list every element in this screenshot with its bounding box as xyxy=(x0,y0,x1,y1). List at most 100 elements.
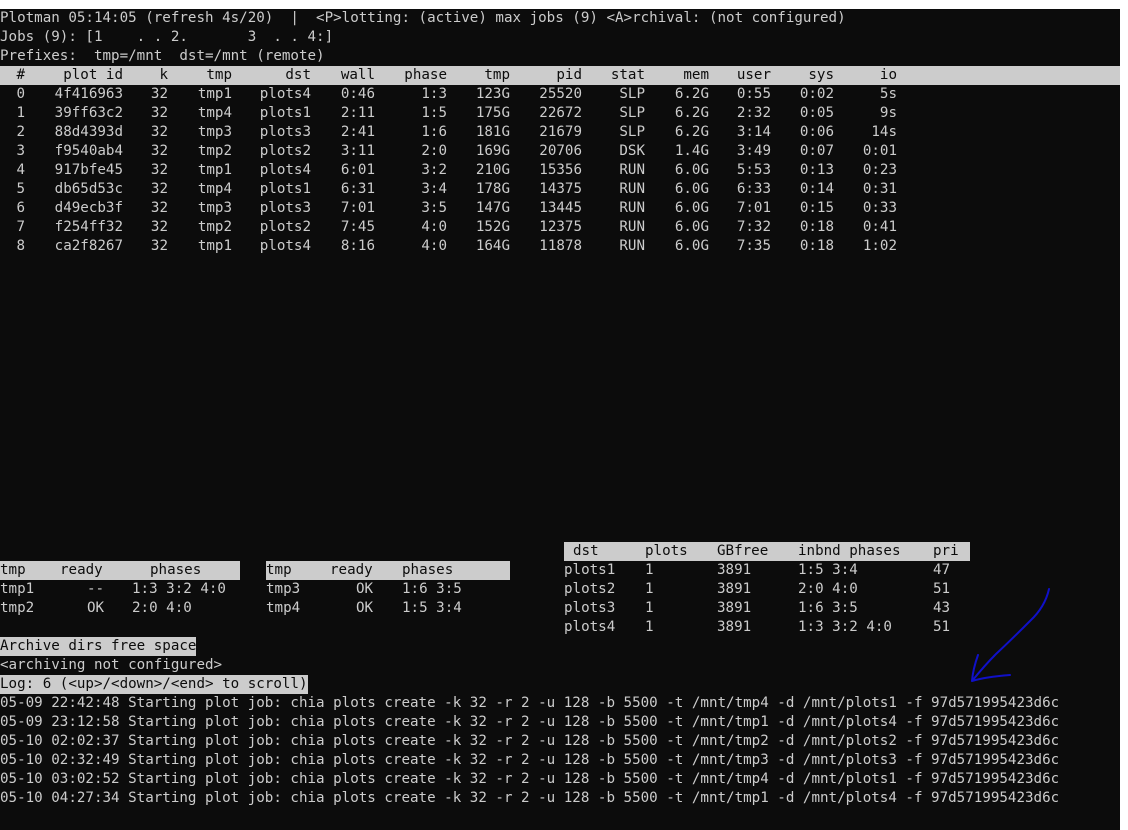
job-cell: plots1 xyxy=(259,105,311,121)
tmp-table-right: tmp ready phases tmp3 OK 1:6 3:5 tmp4 OK… xyxy=(266,561,510,618)
dst-cell: 43 xyxy=(933,600,951,616)
job-cell: 11878 xyxy=(539,238,582,254)
dst-cell: 1:6 3:5 xyxy=(798,600,858,616)
job-row[interactable]: 4 917bfe45 32 tmp1 plots4 6:01 3:2 210G 15356 RUN… xyxy=(0,161,1120,180)
job-cell: 2:11 xyxy=(340,105,375,121)
job-cell: 1 xyxy=(16,105,25,121)
job-row[interactable]: 2 88d4393d 32 tmp3 plots3 2:41 1:6 181G 21679 SLP… xyxy=(0,123,1120,142)
dst-cell: 1 xyxy=(645,562,654,578)
job-cell: db65d53c xyxy=(54,181,123,197)
job-cell: tmp2 xyxy=(197,219,232,235)
job-cell: 3:2 xyxy=(421,162,447,178)
tmp-cell: -- xyxy=(87,581,105,597)
tmp-cell: 1:5 3:4 xyxy=(402,600,462,616)
job-cell: 8 xyxy=(16,238,25,254)
dst-row: plots4 1 3891 1:3 3:2 4:0 51 xyxy=(564,618,970,637)
job-row[interactable]: 1 39ff63c2 32 tmp4 plots1 2:11 1:5 175G 22672 SLP… xyxy=(0,104,1120,123)
job-row[interactable]: 5 db65d53c 32 tmp4 plots1 6:31 3:4 178G 14375 RUN… xyxy=(0,180,1120,199)
job-row[interactable]: 7 f254ff32 32 tmp2 plots2 7:45 4:0 152G 12375 RUN… xyxy=(0,218,1120,237)
job-cell: 25520 xyxy=(539,86,582,102)
job-cell: 32 xyxy=(150,86,168,102)
terminal-window[interactable]: Plotman 05:14:05 (refresh 4s/20) | <P>lo… xyxy=(0,9,1120,830)
jobs-header-cell: dst xyxy=(285,66,311,85)
dst-cell: 3891 xyxy=(717,581,752,597)
job-cell: d49ecb3f xyxy=(54,200,123,216)
dst-cell: 47 xyxy=(933,562,951,578)
log-line: 05-10 02:32:49 Starting plot job: chia p… xyxy=(0,752,1060,768)
log-line: 05-10 03:02:52 Starting plot job: chia p… xyxy=(0,771,1060,787)
tmp-header-ready: ready xyxy=(330,561,373,580)
dst-cell: plots4 xyxy=(564,619,616,635)
job-cell: tmp3 xyxy=(197,124,232,140)
job-cell: 0:02 xyxy=(799,86,834,102)
job-row[interactable]: 6 d49ecb3f 32 tmp3 plots3 7:01 3:5 147G 13445 RUN… xyxy=(0,199,1120,218)
job-cell: 4:0 xyxy=(421,219,447,235)
job-cell: 32 xyxy=(150,143,168,159)
job-cell: f9540ab4 xyxy=(54,143,123,159)
job-cell: 6.0G xyxy=(674,238,709,254)
log-list[interactable]: 05-09 22:42:48 Starting plot job: chia p… xyxy=(0,694,1120,814)
job-cell: 3:14 xyxy=(736,124,771,140)
job-cell: 123G xyxy=(475,86,510,102)
job-cell: f254ff32 xyxy=(54,219,123,235)
dst-row: plots2 1 3891 2:0 4:0 51 xyxy=(564,580,970,599)
log-line: 05-09 23:12:58 Starting plot job: chia p… xyxy=(0,714,1060,730)
tmp-cell: 1:3 3:2 4:0 xyxy=(132,581,226,597)
job-row[interactable]: 8 ca2f8267 32 tmp1 plots4 8:16 4:0 164G 11878 RUN… xyxy=(0,237,1120,256)
job-cell: 6:01 xyxy=(340,162,375,178)
job-cell: ca2f8267 xyxy=(54,238,123,254)
job-cell: 32 xyxy=(150,238,168,254)
jobs-progress-line: Jobs (9): [1 . . 2. 3 . . 4:] xyxy=(0,29,334,45)
job-cell: RUN xyxy=(619,181,645,197)
job-cell: 21679 xyxy=(539,124,582,140)
job-cell: 0:05 xyxy=(799,105,834,121)
dst-cell: 3891 xyxy=(717,600,752,616)
tmp-cell: tmp2 xyxy=(0,600,35,616)
job-row[interactable]: 0 4f416963 32 tmp1 plots4 0:46 1:3 123G 25520 SLP… xyxy=(0,85,1120,104)
jobs-header-cell: tmp xyxy=(206,66,232,85)
job-cell: plots2 xyxy=(259,143,311,159)
job-cell: 178G xyxy=(475,181,510,197)
jobs-header-row: # plot id k tmp dst wall phase tmp pid stat mem use… xyxy=(0,66,1120,85)
job-cell: plots4 xyxy=(259,162,311,178)
job-cell: 0:18 xyxy=(799,238,834,254)
job-cell: 0:14 xyxy=(799,181,834,197)
job-row[interactable]: 3 f9540ab4 32 tmp2 plots2 3:11 2:0 169G 20706 DSK… xyxy=(0,142,1120,161)
job-cell: tmp1 xyxy=(197,86,232,102)
job-cell: 20706 xyxy=(539,143,582,159)
job-cell: 7 xyxy=(16,219,25,235)
job-cell: 14375 xyxy=(539,181,582,197)
job-cell: 169G xyxy=(475,143,510,159)
job-cell: 0:15 xyxy=(799,200,834,216)
job-cell: RUN xyxy=(619,238,645,254)
job-cell: 8:16 xyxy=(340,238,375,254)
dst-cell: plots2 xyxy=(564,581,616,597)
job-cell: 2 xyxy=(16,124,25,140)
job-cell: 0:31 xyxy=(862,181,897,197)
job-cell: 13445 xyxy=(539,200,582,216)
jobs-header-cell: plot id xyxy=(63,66,123,85)
jobs-header-cell: stat xyxy=(610,66,645,85)
job-cell: 7:35 xyxy=(736,238,771,254)
jobs-header-cell: io xyxy=(879,66,897,85)
job-cell: 3:11 xyxy=(340,143,375,159)
dst-cell: 51 xyxy=(933,619,951,635)
job-cell: 164G xyxy=(475,238,510,254)
job-cell: tmp4 xyxy=(197,181,232,197)
log-header[interactable]: Log: 6 (<up>/<down>/<end> to scroll) xyxy=(0,675,308,694)
job-cell: 0 xyxy=(16,86,25,102)
dst-cell: plots1 xyxy=(564,562,616,578)
jobs-header-cell: pid xyxy=(556,66,582,85)
job-cell: 1:5 xyxy=(421,105,447,121)
job-cell: plots3 xyxy=(259,124,311,140)
job-cell: 7:45 xyxy=(340,219,375,235)
job-cell: 0:06 xyxy=(799,124,834,140)
job-cell: 181G xyxy=(475,124,510,140)
job-cell: 1:3 xyxy=(421,86,447,102)
tmp-header-phases: phases xyxy=(150,561,202,580)
tmp-header-ready: ready xyxy=(60,561,103,580)
log-line: 05-10 04:27:34 Starting plot job: chia p… xyxy=(0,790,1060,806)
jobs-header-cell: tmp xyxy=(484,66,510,85)
jobs-header-cell: phase xyxy=(404,66,447,85)
job-cell: 0:46 xyxy=(340,86,375,102)
